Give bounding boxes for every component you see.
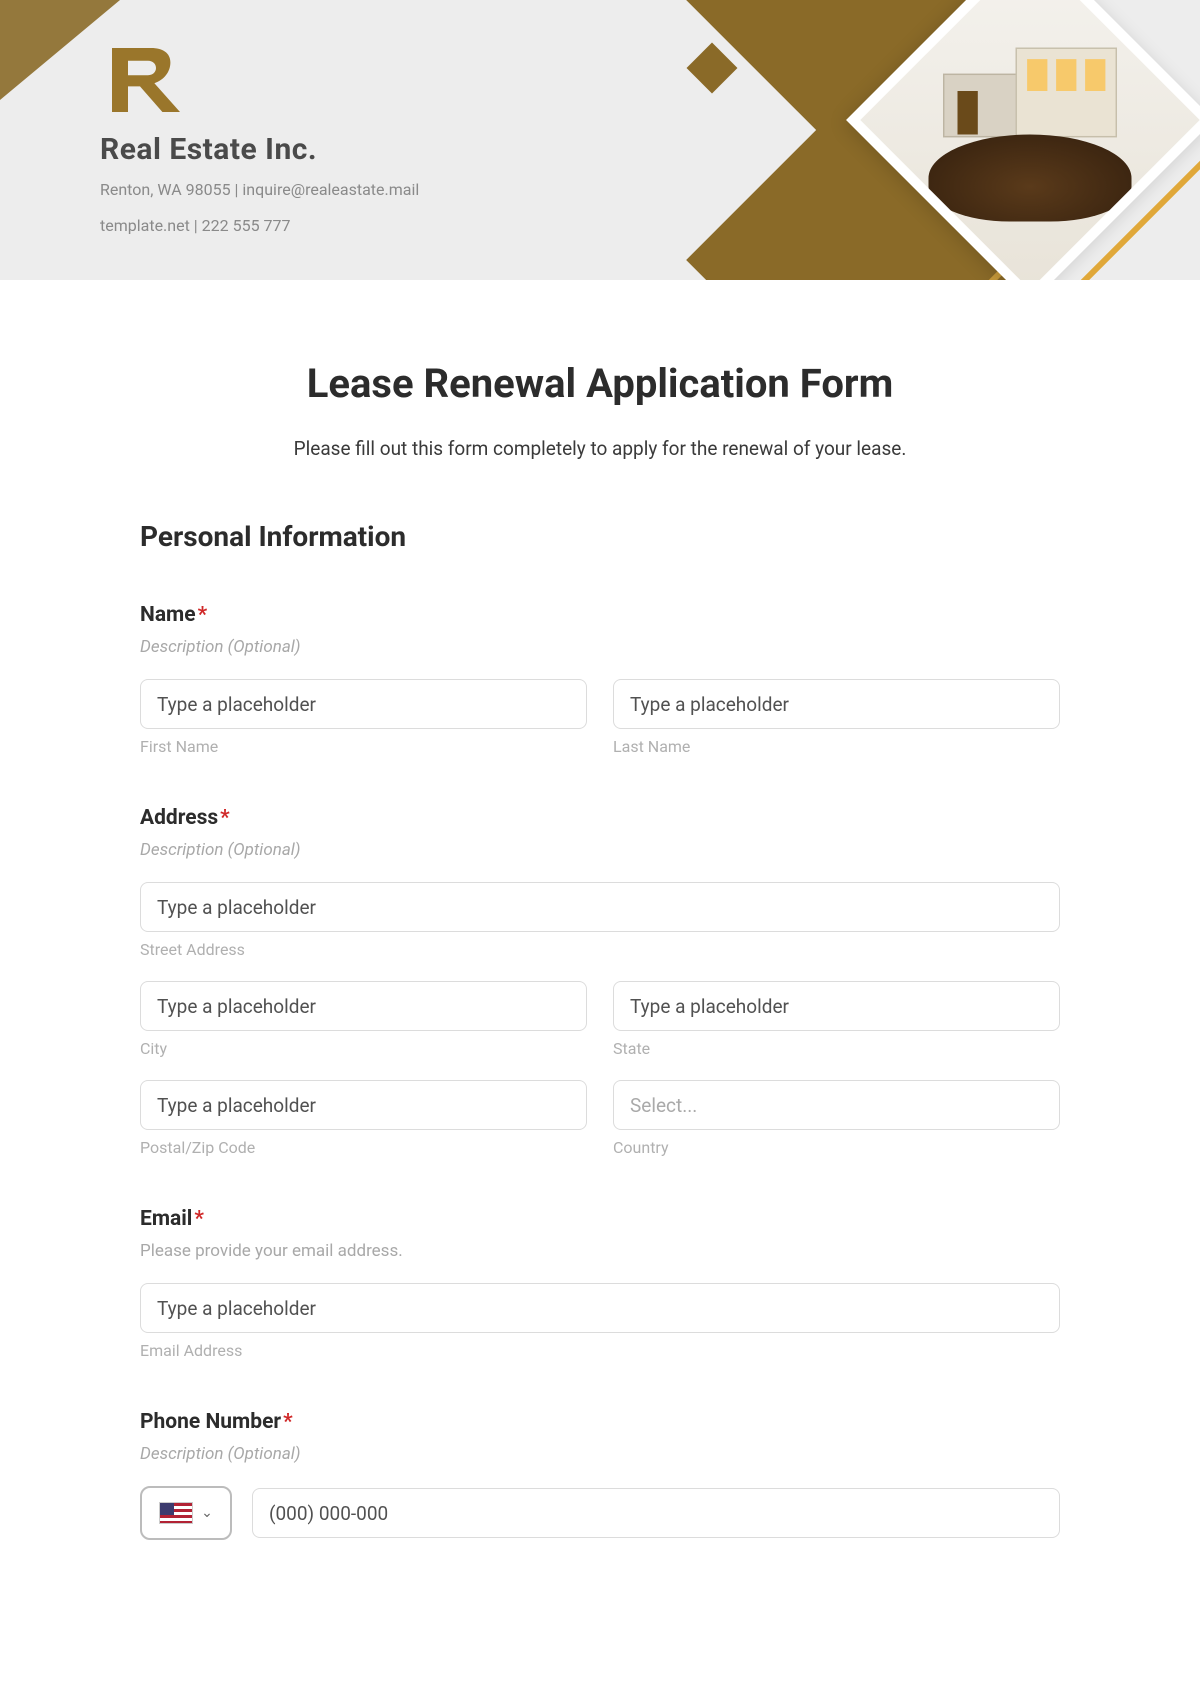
field-email: Email* Please provide your email address…	[140, 1207, 1060, 1360]
last-name-input[interactable]	[613, 679, 1060, 729]
first-name-sublabel: First Name	[140, 737, 587, 756]
address-label-text: Address	[140, 806, 218, 830]
city-input[interactable]	[140, 981, 587, 1031]
form-subtitle: Please fill out this form completely to …	[140, 437, 1060, 460]
decorative-diamond-small	[687, 43, 738, 94]
email-label-text: Email	[140, 1207, 192, 1231]
street-address-sublabel: Street Address	[140, 940, 1060, 959]
phone-description: Description (Optional)	[140, 1444, 1060, 1464]
postal-code-input[interactable]	[140, 1080, 587, 1130]
phone-number-input[interactable]	[252, 1488, 1060, 1538]
section-personal-info: Personal Information	[140, 520, 1060, 553]
email-label: Email*	[140, 1207, 1060, 1231]
form-title: Lease Renewal Application Form	[140, 360, 1060, 407]
country-select-placeholder: Select...	[630, 1094, 697, 1117]
company-address: Renton, WA 98055 | inquire@realeastate.m…	[100, 177, 419, 203]
street-address-input[interactable]	[140, 882, 1060, 932]
address-label: Address*	[140, 806, 1060, 830]
name-label: Name*	[140, 603, 1060, 627]
required-asterisk: *	[198, 603, 208, 627]
country-select[interactable]: Select...	[613, 1080, 1060, 1130]
hand-illustration	[929, 135, 1132, 222]
last-name-sublabel: Last Name	[613, 737, 1060, 756]
name-label-text: Name	[140, 603, 196, 627]
email-sublabel: Email Address	[140, 1341, 1060, 1360]
field-name: Name* Description (Optional) First Name …	[140, 603, 1060, 756]
company-logo-icon	[100, 40, 180, 120]
form-container: Lease Renewal Application Form Please fi…	[140, 360, 1060, 1600]
header-banner: Real Estate Inc. Renton, WA 98055 | inqu…	[0, 0, 1200, 280]
email-description: Please provide your email address.	[140, 1241, 1060, 1261]
name-description: Description (Optional)	[140, 637, 1060, 657]
phone-label-text: Phone Number	[140, 1410, 281, 1434]
field-address: Address* Description (Optional) Street A…	[140, 806, 1060, 1157]
first-name-input[interactable]	[140, 679, 587, 729]
state-input[interactable]	[613, 981, 1060, 1031]
company-contact: template.net | 222 555 777	[100, 213, 419, 239]
email-input[interactable]	[140, 1283, 1060, 1333]
city-sublabel: City	[140, 1039, 587, 1058]
postal-code-sublabel: Postal/Zip Code	[140, 1138, 587, 1157]
company-name: Real Estate Inc.	[100, 132, 419, 167]
address-description: Description (Optional)	[140, 840, 1060, 860]
field-phone: Phone Number* Description (Optional) ⌄	[140, 1410, 1060, 1540]
state-sublabel: State	[613, 1039, 1060, 1058]
phone-label: Phone Number*	[140, 1410, 1060, 1434]
required-asterisk: *	[194, 1207, 204, 1231]
required-asterisk: *	[220, 806, 230, 830]
us-flag-icon	[159, 1502, 193, 1524]
required-asterisk: *	[283, 1410, 293, 1434]
country-sublabel: Country	[613, 1138, 1060, 1157]
country-code-select[interactable]: ⌄	[140, 1486, 232, 1540]
chevron-down-icon: ⌄	[201, 1505, 213, 1521]
